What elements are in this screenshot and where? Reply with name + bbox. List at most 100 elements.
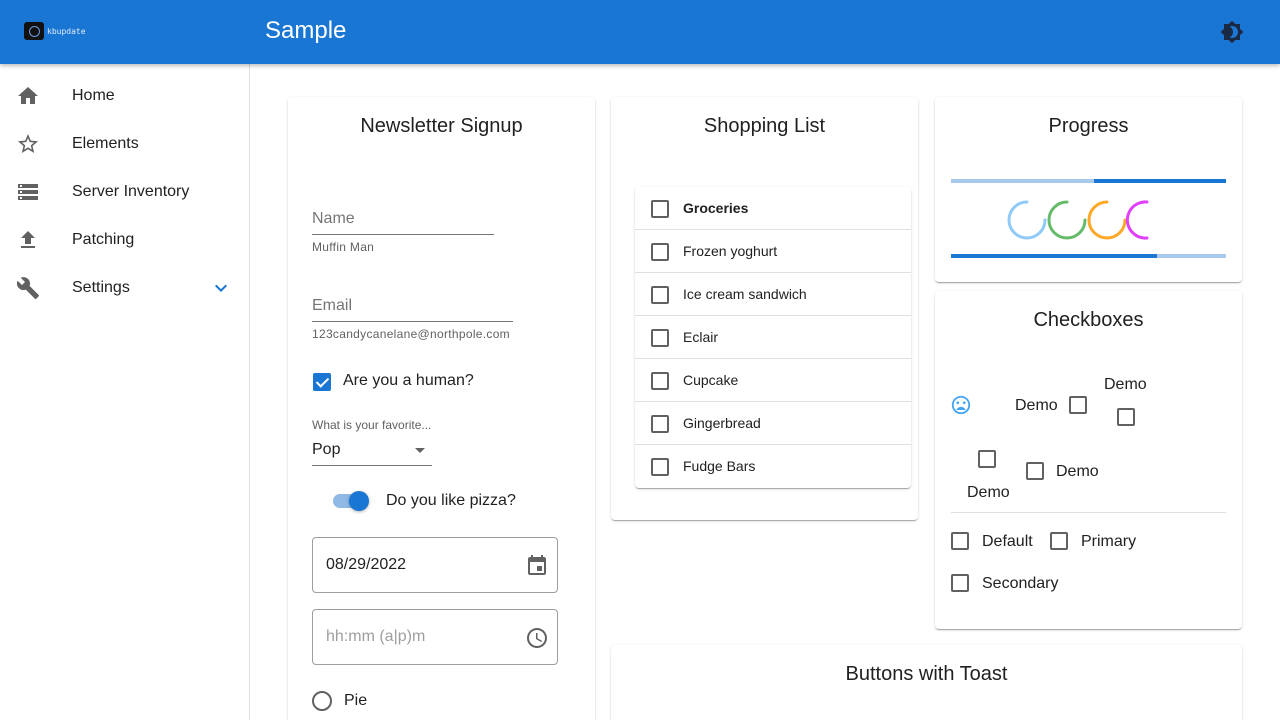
name-helper-text: Muffin Man (312, 240, 375, 254)
app-bar: kbupdate Sample (0, 0, 1280, 64)
chevron-down-icon[interactable] (209, 276, 233, 300)
progress-bar-fill (1094, 179, 1226, 183)
progress-spinner (1087, 200, 1127, 240)
star-icon (18, 134, 38, 153)
secondary-checkbox[interactable] (951, 574, 969, 592)
demo-label-end: Demo (1056, 463, 1099, 480)
server-icon (18, 184, 38, 200)
progress-bar-fill (951, 254, 1157, 258)
time-field[interactable]: hh:mm (a|p)m (312, 609, 558, 665)
checkboxes-title: Checkboxes (1033, 309, 1144, 331)
demo-checkbox-end[interactable] (1026, 462, 1044, 480)
email-helper-text: 123candycanelane@northpole.com (312, 327, 510, 341)
list-item[interactable]: Fudge Bars (635, 445, 911, 488)
progress-card: Progress (935, 97, 1242, 282)
calendar-icon[interactable] (525, 554, 549, 578)
demo-label-bottom: Demo (967, 484, 1010, 501)
list-item-label: Cupcake (683, 372, 739, 388)
buttons-toast-card: Buttons with Toast (611, 645, 1242, 720)
progress-spinner (1047, 200, 1087, 240)
progress-title: Progress (1048, 115, 1129, 137)
favorite-select-label: What is your favorite... (312, 418, 432, 432)
nav-item-label: Home (72, 87, 115, 104)
page-title: Sample (265, 17, 347, 44)
pizza-switch-thumb[interactable] (349, 491, 369, 511)
list-item[interactable]: Cupcake (635, 359, 911, 402)
list-item-checkbox[interactable] (651, 243, 669, 261)
secondary-checkbox-label: Secondary (982, 575, 1059, 592)
pizza-switch-label: Do you like pizza? (386, 492, 516, 509)
list-item-label: Ice cream sandwich (683, 286, 807, 302)
newsletter-title: Newsletter Signup (360, 115, 523, 137)
spinners (1007, 200, 1149, 240)
list-item-checkbox[interactable] (651, 200, 669, 218)
list-item-label: Eclair (683, 329, 719, 345)
shopping-list-card: Shopping List Groceries Frozen yoghurt I… (611, 97, 918, 520)
list-item-checkbox[interactable] (651, 286, 669, 304)
shopping-list: Groceries Frozen yoghurt Ice cream sandw… (635, 187, 911, 488)
list-item-checkbox[interactable] (651, 372, 669, 390)
favorite-select-value[interactable]: Pop (312, 441, 340, 459)
human-checkbox-label: Are you a human? (343, 372, 474, 389)
checkboxes-card: Checkboxes Demo Demo Demo Demo Default P… (935, 291, 1242, 629)
nav-item-label: Settings (72, 279, 130, 296)
demo-checkbox-bottom[interactable] (978, 450, 996, 468)
clock-icon[interactable] (525, 626, 549, 650)
logo-text: kbupdate (47, 26, 86, 36)
list-item[interactable]: Gingerbread (635, 402, 911, 445)
wrench-icon (16, 277, 39, 299)
demo-label-top: Demo (1104, 376, 1147, 393)
list-item-checkbox[interactable] (651, 458, 669, 476)
human-checkbox[interactable] (313, 373, 331, 391)
list-item[interactable]: Groceries (635, 187, 911, 230)
home-icon (18, 87, 38, 104)
list-item-label: Gingerbread (683, 415, 761, 431)
app-logo[interactable]: kbupdate (24, 22, 86, 40)
demo-checkbox-top[interactable] (1117, 408, 1135, 426)
email-field-label: Email (312, 297, 353, 314)
demo-label-start: Demo (1015, 397, 1058, 414)
divider (951, 512, 1226, 513)
nav-item-elements[interactable]: Elements (0, 120, 249, 168)
nav-drawer: Home Elements Server Inventory Patching … (0, 64, 250, 720)
nav-item-settings[interactable]: Settings (0, 264, 249, 312)
list-item-checkbox[interactable] (651, 415, 669, 433)
nav-item-label: Patching (72, 231, 135, 248)
nav-item-home[interactable]: Home (0, 72, 249, 120)
buttons-toast-title: Buttons with Toast (845, 663, 1008, 685)
demo-checkbox-start[interactable] (1069, 396, 1087, 414)
main-content: Newsletter Signup Name Muffin Man Email … (250, 64, 1280, 720)
dropdown-arrow-icon[interactable] (415, 448, 425, 453)
shopping-list-title: Shopping List (703, 115, 826, 137)
favorite-select[interactable] (312, 465, 432, 466)
list-item[interactable]: Ice cream sandwich (635, 273, 911, 316)
pie-radio-label: Pie (344, 692, 368, 709)
newsletter-card: Newsletter Signup Name Muffin Man Email … (288, 97, 595, 720)
list-item-label: Fudge Bars (683, 458, 756, 474)
sad-face-icon (951, 395, 971, 415)
pie-radio[interactable] (312, 691, 332, 711)
nav-item-label: Server Inventory (72, 183, 190, 200)
list-item-label: Groceries (683, 200, 749, 216)
name-field[interactable] (312, 234, 494, 235)
date-value: 08/29/2022 (326, 556, 407, 573)
logo-icon (24, 22, 44, 40)
progress-spinner (1007, 200, 1047, 240)
progress-spinner (1125, 200, 1149, 240)
primary-checkbox-label: Primary (1081, 533, 1137, 550)
name-field-label: Name (312, 210, 355, 227)
list-item-label: Frozen yoghurt (683, 243, 778, 259)
list-item[interactable]: Frozen yoghurt (635, 230, 911, 273)
default-checkbox-label: Default (982, 533, 1033, 550)
primary-checkbox[interactable] (1050, 532, 1068, 550)
list-item[interactable]: Eclair (635, 316, 911, 359)
time-placeholder: hh:mm (a|p)m (326, 628, 426, 645)
brightness-icon[interactable] (1220, 20, 1244, 44)
nav-item-server-inventory[interactable]: Server Inventory (0, 168, 249, 216)
list-item-checkbox[interactable] (651, 329, 669, 347)
default-checkbox[interactable] (951, 532, 969, 550)
date-field[interactable]: 08/29/2022 (312, 537, 558, 593)
nav-item-label: Elements (72, 135, 139, 152)
nav-item-patching[interactable]: Patching (0, 216, 249, 264)
email-field[interactable] (312, 321, 513, 322)
